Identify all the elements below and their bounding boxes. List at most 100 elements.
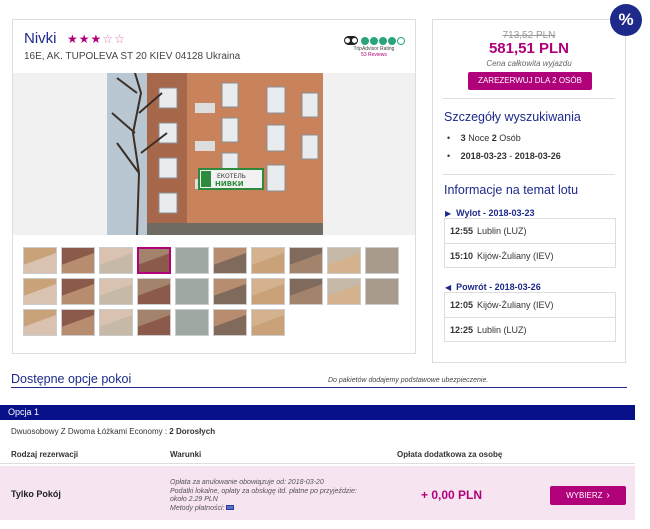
- svg-text:ЕКОТЕЛЬ: ЕКОТЕЛЬ: [217, 173, 246, 180]
- thumbnail-gallery: [23, 247, 409, 336]
- outbound-label: Wylot: [456, 208, 481, 218]
- option-header: Opcja 1: [0, 405, 635, 420]
- outbound-header: ▶ Wylot - 2018-03-23: [445, 208, 535, 218]
- search-details-title: Szczegóły wyszukiwania: [444, 110, 581, 124]
- outbound-arrival-time: 15:10: [450, 251, 474, 261]
- gallery-thumbnail[interactable]: [23, 247, 57, 274]
- rating-dot-full-icon: [369, 36, 378, 45]
- tripadvisor-reviews-link[interactable]: 53 Reviews: [341, 52, 407, 58]
- date-to: 2018-03-26: [514, 151, 561, 161]
- gallery-thumbnail[interactable]: [175, 309, 209, 336]
- divider: [443, 174, 615, 175]
- return-departure-time: 12:05: [450, 300, 474, 310]
- room-description: Dwuosobowy Z Dwoma Łóżkami Economy : 2 D…: [11, 427, 215, 436]
- outbound-arrival-place: Kijów-Żuliany (IEV): [477, 251, 554, 261]
- gallery-thumbnail[interactable]: [61, 247, 95, 274]
- nights-persons: 3 Noce 2 Osób: [447, 133, 521, 143]
- choose-button[interactable]: WYBIERZ ›: [550, 486, 626, 505]
- condition-line: Podatki lokalne, opłaty za obsługę itd. …: [170, 487, 357, 495]
- hotel-name: Nivki: [24, 30, 57, 47]
- divider: [0, 463, 635, 464]
- chevron-right-icon: ›: [606, 490, 610, 501]
- gallery-thumbnail[interactable]: [99, 278, 133, 305]
- gallery-thumbnail[interactable]: [61, 278, 95, 305]
- gallery-thumbnail[interactable]: [289, 247, 323, 274]
- conditions: Opłata za anulowanie obowiązuje od: 2018…: [170, 479, 357, 513]
- book-button[interactable]: ZAREZERWUJ DLA 2 OSÓB: [468, 72, 592, 90]
- gallery-thumbnail[interactable]: [175, 247, 209, 274]
- return-departure: 12:05 Kijów-Żuliany (IEV): [445, 293, 615, 317]
- rating-dot-full-icon: [378, 36, 387, 45]
- gallery-thumbnail[interactable]: [251, 309, 285, 336]
- reservation-type: Tylko Pokój: [11, 489, 61, 499]
- hotel-main-photo[interactable]: ЕКОТЕЛЬ НИВКИ: [107, 73, 323, 235]
- gallery-thumbnail[interactable]: [23, 278, 57, 305]
- divider: [443, 98, 615, 99]
- rating-dot-full-icon: [360, 36, 369, 45]
- outbound-departure: 12:55 Lublin (LUZ): [445, 219, 615, 243]
- gallery-thumbnail[interactable]: [175, 278, 209, 305]
- flight-info-title: Informacje na temat lotu: [444, 183, 579, 197]
- gallery-thumbnail[interactable]: [327, 247, 361, 274]
- return-arrival: 12:25 Lublin (LUZ): [445, 317, 615, 341]
- tripadvisor-rating[interactable]: TripAdvisor Rating 53 Reviews: [341, 36, 407, 62]
- gallery-thumbnail[interactable]: [365, 278, 399, 305]
- play-right-icon: ▶: [445, 209, 452, 218]
- nights-count: 3: [460, 133, 466, 143]
- choose-label: WYBIERZ: [566, 491, 603, 500]
- extra-fee: + 0,00 PLN: [421, 488, 483, 502]
- credit-card-icon: [226, 505, 235, 511]
- return-header: ◀ Powrót - 2018-03-26: [445, 282, 541, 292]
- condition-line: około 2.29 PLN: [170, 496, 218, 503]
- gallery-thumbnail[interactable]: [213, 309, 247, 336]
- gallery-thumbnail[interactable]: [251, 247, 285, 274]
- gallery-thumbnail[interactable]: [23, 309, 57, 336]
- gallery-thumbnail[interactable]: [327, 278, 361, 305]
- date-from: 2018-03-23: [460, 151, 507, 161]
- gallery-thumbnail[interactable]: [99, 309, 133, 336]
- outbound-departure-place: Lublin (LUZ): [477, 226, 527, 236]
- condition-line: Opłata za anulowanie obowiązuje od: 2018…: [170, 479, 324, 486]
- hotel-card: Nivki ★★★☆☆ 16E, AK. TUPOLEVA ST 20 KIEV…: [12, 19, 416, 354]
- gallery-thumbnail[interactable]: [213, 278, 247, 305]
- col-extra-fee: Opłata dodatkowa za osobę: [397, 450, 503, 459]
- star-empty-icon: ☆: [102, 32, 115, 46]
- outbound-date: 2018-03-23: [488, 208, 535, 218]
- return-date: 2018-03-26: [494, 282, 541, 292]
- play-left-icon: ◀: [445, 283, 452, 292]
- star-rating: ★★★☆☆: [67, 32, 126, 46]
- return-arrival-place: Lublin (LUZ): [477, 325, 527, 335]
- rating-dot-empty-icon: [396, 36, 405, 45]
- star-filled-icon: ★: [90, 32, 103, 46]
- room-option-row: Tylko Pokój Opłata za anulowanie obowiąz…: [0, 466, 635, 520]
- gallery-thumbnail[interactable]: [99, 247, 133, 274]
- trip-dates: 2018-03-23 - 2018-03-26: [447, 151, 561, 161]
- hotel-address: 16E, AK. TUPOLEVA ST 20 KIEV 04128 Ukrai…: [24, 51, 241, 62]
- gallery-thumbnail[interactable]: [137, 278, 171, 305]
- return-arrival-time: 12:25: [450, 325, 474, 335]
- divider: [11, 387, 627, 388]
- room-name: Dwuosobowy Z Dwoma Łóżkami Economy :: [11, 427, 168, 436]
- tripadvisor-owl-icon: [343, 36, 358, 45]
- new-price: 581,51 PLN: [488, 40, 570, 57]
- gallery-thumbnail[interactable]: [137, 247, 171, 274]
- persons-label: Osób: [499, 133, 521, 143]
- outbound-arrival: 15:10 Kijów-Żuliany (IEV): [445, 243, 615, 267]
- svg-text:НИВКИ: НИВКИ: [215, 180, 244, 188]
- price-caption: Cena całkowita wyjazdu: [486, 59, 572, 68]
- persons-count: 2: [491, 133, 497, 143]
- main-photo-area: ЕКОТЕЛЬ НИВКИ: [13, 73, 415, 235]
- gallery-thumbnail[interactable]: [61, 309, 95, 336]
- star-filled-icon: ★: [67, 32, 79, 46]
- gallery-thumbnail[interactable]: [213, 247, 247, 274]
- gallery-thumbnail[interactable]: [289, 278, 323, 305]
- rating-dot-full-icon: [387, 36, 396, 45]
- col-reservation-type: Rodzaj rezerwacji: [11, 450, 79, 459]
- col-conditions: Warunki: [170, 450, 202, 459]
- outbound-departure-time: 12:55: [450, 226, 474, 236]
- gallery-thumbnail[interactable]: [365, 247, 399, 274]
- star-empty-icon: ☆: [114, 32, 126, 46]
- date-separator: -: [509, 151, 513, 161]
- gallery-thumbnail[interactable]: [251, 278, 285, 305]
- gallery-thumbnail[interactable]: [137, 309, 171, 336]
